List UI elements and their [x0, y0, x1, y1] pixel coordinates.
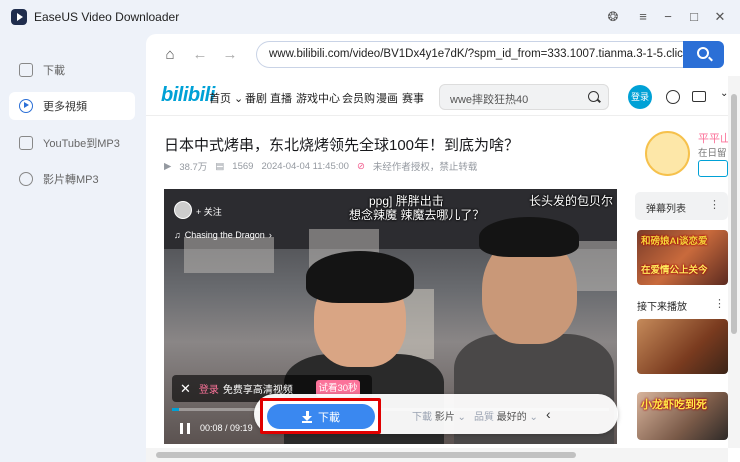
format-select[interactable]: 下載 影片 ⌄	[412, 408, 466, 423]
bilibili-logo[interactable]: bilibili	[161, 84, 215, 107]
follow-button[interactable]: + 关注	[196, 205, 222, 218]
views-icon: ▶	[164, 160, 172, 172]
menu-icon[interactable]: ≡	[634, 8, 652, 26]
convert-icon	[19, 172, 33, 186]
search-icon[interactable]	[588, 91, 599, 102]
danmaku-icon: ▤	[215, 160, 225, 172]
download-button-highlight: 下載	[260, 398, 381, 434]
related-video-thumb[interactable]	[637, 319, 728, 374]
publish-date: 2024-04-04 11:45:00	[261, 160, 349, 172]
sidebar-item-label: 影片轉MP3	[43, 174, 99, 186]
person-right-hair	[479, 217, 579, 257]
sidebar-item-video-to-mp3[interactable]: 影片轉MP3	[9, 165, 135, 193]
play-circle-icon	[19, 99, 33, 113]
video-title: 日本中式烤串，东北烧烤领先全球100年！到底为啥？	[164, 137, 520, 154]
scrollbar-thumb[interactable]	[156, 452, 576, 458]
nav-mall[interactable]: 会员购	[342, 90, 375, 106]
search-icon	[697, 47, 709, 59]
warning-icon: ⊘	[356, 160, 365, 172]
sidebar-item-label: 下載	[43, 65, 65, 77]
danmaku-list-header[interactable]: 弹幕列表 ⋮	[635, 192, 728, 220]
recommended-up-avatar[interactable]	[645, 131, 690, 176]
up-next-heading: 接下来播放	[637, 302, 687, 313]
danmaku-comment: 想念辣魔 辣魔去哪儿了？	[349, 208, 485, 222]
nav-manga[interactable]: 漫画	[376, 90, 398, 106]
mail-icon[interactable]	[692, 91, 706, 102]
bili-search-input[interactable]: wwe摔跤狂热40	[439, 84, 609, 110]
quality-select[interactable]: 品質 最好的 ⌄	[474, 408, 538, 423]
view-count: 38.7万	[179, 162, 208, 173]
promo-login-link[interactable]: 登录	[199, 381, 219, 396]
nav-esports[interactable]: 赛事	[402, 90, 424, 106]
history-icon[interactable]	[666, 90, 680, 104]
app-logo-icon	[11, 9, 27, 25]
pause-icon[interactable]	[180, 423, 190, 434]
sidebar-item-youtube-mp3[interactable]: YouTube到MP3	[9, 129, 135, 157]
recommended-up-desc: 在日留	[698, 148, 727, 159]
more-options-icon[interactable]: ⋮	[714, 297, 725, 310]
danmaku-comment: 长头发的包贝尔	[529, 194, 614, 208]
sidebar-item-label: 更多視頻	[43, 101, 87, 113]
related-video-thumb[interactable]: 和磅娘AI谈恋爱 在爱情公上关今	[637, 230, 728, 285]
download-button[interactable]: 下載	[267, 404, 375, 429]
sidebar-item-more-videos[interactable]: 更多視頻	[9, 92, 135, 120]
recommended-follow-button[interactable]	[698, 160, 728, 177]
uploader-avatar[interactable]	[174, 201, 192, 219]
youtube-mp3-icon	[19, 136, 33, 150]
sidebar-item-download[interactable]: 下載	[9, 56, 135, 84]
download-icon	[19, 63, 33, 77]
nav-live[interactable]: 直播	[270, 90, 292, 106]
vertical-scrollbar[interactable]	[728, 76, 740, 448]
copyright-notice: 未经作者授权，禁止转载	[372, 162, 478, 173]
download-arrow-icon	[302, 411, 312, 423]
person-left-hair	[306, 251, 414, 303]
close-button[interactable]: ✕	[711, 8, 729, 26]
app-title: EaseUS Video Downloader	[34, 10, 180, 24]
more-options-icon[interactable]: ⋮	[709, 198, 720, 211]
bili-login-button[interactable]: 登录	[628, 85, 652, 109]
browser-nav-bar: ⌂ ← → www.bilibili.com/video/BV1Dx4y1e7d…	[146, 34, 740, 76]
home-icon[interactable]: ⌂	[161, 46, 179, 64]
nav-home[interactable]: 首页 ⌄	[209, 90, 243, 106]
recommended-up-name[interactable]: 平平山	[698, 130, 731, 146]
time-readout: 00:08 / 09:19	[200, 423, 253, 433]
bilibili-header: bilibili 首页 ⌄ 番剧 直播 游戏中心 会员购 漫画 赛事 wwe摔跤…	[146, 76, 728, 116]
chevron-right-icon: ›	[268, 230, 272, 240]
back-arrow-icon[interactable]: ←	[191, 46, 209, 64]
danmaku-count: 1569	[232, 160, 254, 172]
collapse-chevron-icon[interactable]: ‹	[546, 406, 551, 422]
nav-game-center[interactable]: 游戏中心	[296, 90, 340, 106]
music-icon: ♫	[174, 230, 181, 240]
video-meta: ▶ 38.7万 ▤ 1569 2024-04-04 11:45:00 ⊘ 未经作…	[164, 159, 478, 174]
skin-shirt-icon[interactable]: ❂	[604, 8, 622, 26]
horizontal-scrollbar[interactable]	[146, 448, 728, 462]
minimize-button[interactable]: −	[659, 8, 677, 26]
scrollbar-thumb[interactable]	[731, 94, 737, 334]
url-input[interactable]: www.bilibili.com/video/BV1Dx4y1e7dK/?spm…	[256, 41, 683, 68]
close-icon[interactable]: ✕	[180, 381, 191, 397]
maximize-button[interactable]: □	[685, 8, 703, 26]
nav-bangumi[interactable]: 番剧	[245, 90, 267, 106]
title-bar: EaseUS Video Downloader ❂ ≡ − □ ✕	[0, 0, 740, 34]
sidebar-item-label: YouTube到MP3	[43, 138, 120, 150]
browser-panel: ⌂ ← → www.bilibili.com/video/BV1Dx4y1e7d…	[146, 34, 740, 462]
forward-arrow-icon[interactable]: →	[221, 46, 239, 64]
progress-fill	[172, 408, 179, 411]
url-search-button[interactable]	[683, 41, 724, 68]
music-tag[interactable]: ♫ Chasing the Dragon ›	[174, 230, 272, 240]
related-video-thumb[interactable]: 小龙虾吃到死	[637, 392, 728, 440]
